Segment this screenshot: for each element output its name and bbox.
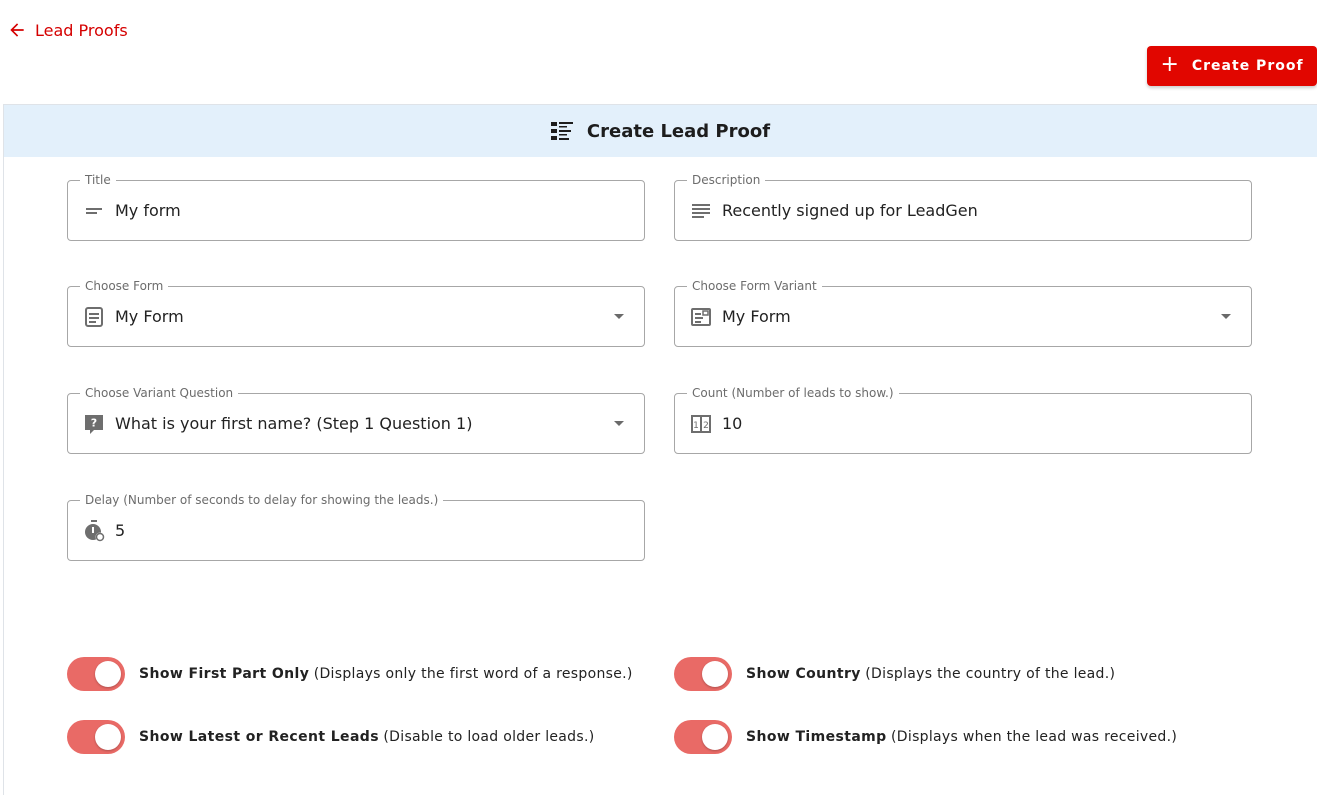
toggle-knob bbox=[95, 661, 121, 687]
plus-icon: + bbox=[1160, 52, 1180, 77]
svg-text:?: ? bbox=[91, 417, 97, 430]
choose-form-value: My Form bbox=[115, 307, 184, 326]
toggle-knob bbox=[95, 724, 121, 750]
choose-variant-question-select[interactable]: Choose Variant Question ? What is your f… bbox=[67, 386, 645, 454]
form-variant-icon bbox=[689, 305, 713, 329]
choose-form-variant-label: Choose Form Variant bbox=[687, 279, 822, 293]
create-proof-button[interactable]: + Create Proof bbox=[1147, 46, 1317, 86]
svg-text:2: 2 bbox=[703, 421, 709, 431]
short-text-icon bbox=[82, 199, 106, 223]
notes-icon bbox=[689, 199, 713, 223]
card-header: Create Lead Proof bbox=[4, 105, 1317, 157]
show-latest-toggle[interactable] bbox=[67, 720, 125, 754]
delay-field[interactable]: Delay (Number of seconds to delay for sh… bbox=[67, 493, 645, 561]
show-country-text: Show Country (Displays the country of th… bbox=[746, 666, 1115, 682]
choose-form-variant-select[interactable]: Choose Form Variant My Form bbox=[674, 279, 1252, 347]
show-country-desc: (Displays the country of the lead.) bbox=[865, 666, 1116, 682]
chevron-down-icon[interactable] bbox=[614, 314, 624, 319]
create-proof-label: Create Proof bbox=[1191, 58, 1304, 74]
choose-variant-question-label: Choose Variant Question bbox=[80, 386, 239, 400]
show-latest-text: Show Latest or Recent Leads (Disable to … bbox=[139, 729, 594, 745]
show-first-part-text: Show First Part Only (Displays only the … bbox=[139, 666, 633, 682]
show-country-toggle-row: Show Country (Displays the country of th… bbox=[674, 657, 1115, 691]
count-input[interactable]: 10 bbox=[722, 414, 742, 434]
toggle-knob bbox=[702, 724, 728, 750]
title-field-label: Title bbox=[80, 173, 116, 187]
svg-text:1: 1 bbox=[693, 421, 699, 431]
description-field[interactable]: Description Recently signed up for LeadG… bbox=[674, 173, 1252, 241]
back-link[interactable]: Lead Proofs bbox=[7, 20, 128, 40]
show-latest-toggle-row: Show Latest or Recent Leads (Disable to … bbox=[67, 720, 594, 754]
card-title: Create Lead Proof bbox=[586, 120, 771, 142]
arrow-left-icon bbox=[10, 23, 24, 37]
chevron-down-icon[interactable] bbox=[1221, 314, 1231, 319]
show-timestamp-toggle-row: Show Timestamp (Displays when the lead w… bbox=[674, 720, 1177, 754]
show-first-part-toggle[interactable] bbox=[67, 657, 125, 691]
description-input[interactable]: Recently signed up for LeadGen bbox=[722, 201, 978, 221]
show-timestamp-text: Show Timestamp (Displays when the lead w… bbox=[746, 729, 1177, 745]
show-country-title: Show Country bbox=[746, 666, 861, 682]
choose-form-select[interactable]: Choose Form My Form bbox=[67, 279, 645, 347]
count-field[interactable]: Count (Number of leads to show.) 12 10 bbox=[674, 386, 1252, 454]
show-latest-desc: (Disable to load older leads.) bbox=[383, 729, 595, 745]
show-first-part-title: Show First Part Only bbox=[139, 666, 310, 682]
question-icon: ? bbox=[82, 412, 106, 436]
delay-field-label: Delay (Number of seconds to delay for sh… bbox=[80, 493, 444, 507]
list-icon bbox=[550, 122, 573, 140]
numbers-icon: 12 bbox=[689, 412, 713, 436]
delay-input[interactable]: 5 bbox=[115, 521, 125, 541]
show-country-toggle[interactable] bbox=[674, 657, 732, 691]
show-timestamp-title: Show Timestamp bbox=[746, 729, 887, 745]
show-timestamp-desc: (Displays when the lead was received.) bbox=[891, 729, 1178, 745]
back-link-label: Lead Proofs bbox=[35, 20, 128, 40]
show-first-part-desc: (Displays only the first word of a respo… bbox=[313, 666, 633, 682]
choose-form-label: Choose Form bbox=[80, 279, 169, 293]
timer-icon bbox=[82, 519, 106, 543]
title-input[interactable]: My form bbox=[115, 201, 181, 221]
choose-form-variant-value: My Form bbox=[722, 307, 791, 326]
description-field-label: Description bbox=[687, 173, 766, 187]
show-latest-title: Show Latest or Recent Leads bbox=[139, 729, 379, 745]
title-field[interactable]: Title My form bbox=[67, 173, 645, 241]
toggle-knob bbox=[702, 661, 728, 687]
show-timestamp-toggle[interactable] bbox=[674, 720, 732, 754]
show-first-part-toggle-row: Show First Part Only (Displays only the … bbox=[67, 657, 633, 691]
chevron-down-icon[interactable] bbox=[614, 421, 624, 426]
choose-variant-question-value: What is your first name? (Step 1 Questio… bbox=[115, 414, 473, 433]
form-icon bbox=[82, 305, 106, 329]
count-field-label: Count (Number of leads to show.) bbox=[687, 386, 899, 400]
